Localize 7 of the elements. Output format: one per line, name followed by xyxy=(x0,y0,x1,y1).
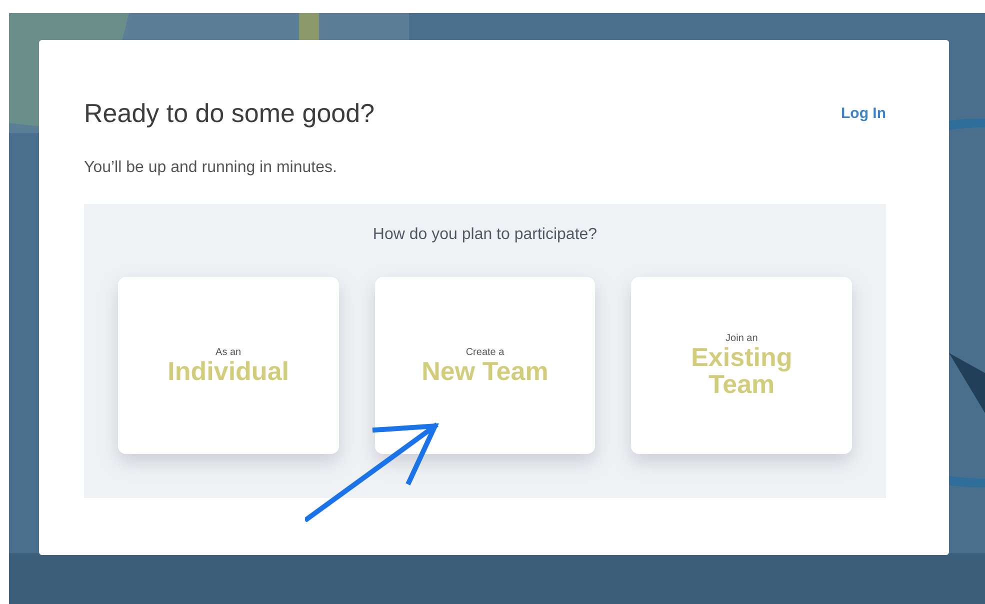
option-card[interactable]: Create a New Team xyxy=(374,277,596,454)
option-card[interactable]: Join an Existing Team xyxy=(631,277,852,454)
question-text: How do you plan to participate? xyxy=(372,226,598,244)
subtitle: You’ll be up and running in minutes. xyxy=(84,159,338,177)
dialog-title: Ready to do some good? xyxy=(84,98,375,129)
option-card[interactable]: As an Individual xyxy=(118,277,339,454)
login-link[interactable]: Log In xyxy=(841,105,886,122)
